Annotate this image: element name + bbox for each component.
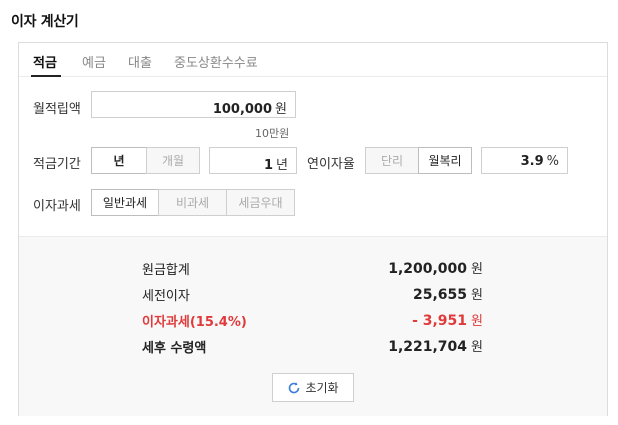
monthly-deposit-hint: 10만원 <box>255 127 290 140</box>
calculator-panel: 적금 예금 대출 중도상환수수료 월적립액 100,000 원 10만원 적금기간… <box>18 42 608 416</box>
tax-preferential-button[interactable]: 세금우대 <box>226 189 295 216</box>
pretax-interest-value: 25,655 원 <box>413 287 483 303</box>
monthly-deposit-input[interactable]: 100,000 원 <box>91 91 296 118</box>
period-label: 적금기간 <box>33 157 81 172</box>
tab-bar: 적금 예금 대출 중도상환수수료 <box>19 43 607 77</box>
monthly-deposit-label: 월적립액 <box>33 102 81 117</box>
tab-prepayment-fee[interactable]: 중도상환수수료 <box>174 52 258 71</box>
reset-button[interactable]: 초기화 <box>272 373 354 402</box>
period-unit-year-button[interactable]: 년 <box>91 147 147 174</box>
period-unit-month-button[interactable]: 개월 <box>146 147 200 174</box>
after-tax-amount-value: 1,221,704 원 <box>388 339 483 355</box>
active-tab-indicator <box>31 75 61 77</box>
tax-exempt-button[interactable]: 비과세 <box>158 189 227 216</box>
rate-unit: % <box>546 154 559 169</box>
period-input[interactable]: 1년 <box>209 147 297 174</box>
pretax-interest-label: 세전이자 <box>142 289 190 304</box>
reset-label: 초기화 <box>305 381 339 395</box>
tab-savings[interactable]: 적금 <box>33 52 57 71</box>
interest-tax-value: - 3,951 원 <box>412 313 483 329</box>
tab-deposit[interactable]: 예금 <box>82 52 106 71</box>
rate-input[interactable]: 3.9% <box>481 147 568 174</box>
tax-label: 이자과세 <box>33 199 81 214</box>
period-unit: 년 <box>276 158 288 173</box>
monthly-deposit-value: 100,000 <box>212 102 273 117</box>
tab-loan[interactable]: 대출 <box>128 52 152 71</box>
rate-monthly-compound-button[interactable]: 월복리 <box>418 147 472 174</box>
rate-simple-button[interactable]: 단리 <box>365 147 419 174</box>
page-title: 이자 계산기 <box>11 14 79 30</box>
tax-general-button[interactable]: 일반과세 <box>91 189 159 216</box>
period-value: 1 <box>263 158 274 173</box>
rate-value: 3.9 <box>520 154 544 169</box>
interest-tax-label: 이자과세(15.4%) <box>142 315 247 330</box>
principal-total-label: 원금합계 <box>142 263 190 278</box>
after-tax-amount-label: 세후 수령액 <box>142 341 207 356</box>
principal-total-value: 1,200,000 원 <box>388 261 483 277</box>
monthly-deposit-unit: 원 <box>275 102 287 117</box>
refresh-icon <box>289 381 300 393</box>
rate-label: 연이자율 <box>307 157 355 172</box>
result-section: 원금합계 1,200,000 원 세전이자 25,655 원 이자과세(15.4%)… <box>19 236 607 416</box>
